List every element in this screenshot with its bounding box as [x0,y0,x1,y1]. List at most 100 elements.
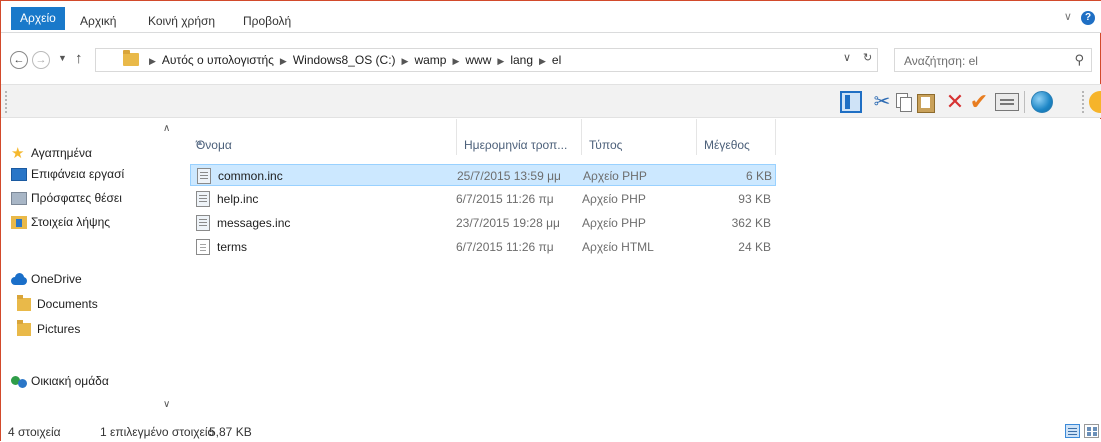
desktop-icon [11,168,27,181]
folder-icon [17,320,31,336]
homegroup-icon [11,375,27,388]
back-button[interactable]: ← [10,51,28,69]
nav-item-pictures[interactable]: Pictures [11,319,166,339]
file-row[interactable]: terms 6/7/2015 11:26 πμ Αρχείο HTML 24 K… [190,236,776,258]
large-icons-view-icon[interactable] [1084,424,1099,438]
column-header-type[interactable]: Τύπος [581,119,696,155]
file-row[interactable]: common.inc 25/7/2015 13:59 μμ Αρχείο PHP… [190,164,776,186]
file-type: Αρχείο PHP [582,192,646,206]
expand-ribbon-icon[interactable]: ∨ [1064,11,1072,23]
selected-size: 5,87 KB [209,425,252,439]
item-count: 4 στοιχεία [8,425,61,439]
up-button[interactable]: ↑ [75,50,83,67]
delete-icon[interactable]: ✕ [944,91,966,113]
column-header-size[interactable]: Μέγεθος [696,119,776,155]
navigation-pane: ∧ ★ Αγαπημένα Επιφάνεια εργασί Πρόσφατες… [1,119,181,421]
file-size: 362 KB [731,216,771,230]
file-name: help.inc [217,192,259,206]
breadcrumb-separator-icon[interactable]: ▶ [149,56,156,66]
nav-item-homegroup[interactable]: Οικιακή ομάδα [11,371,166,391]
breadcrumb-this-pc[interactable]: Αυτός ο υπολογιστής [162,53,274,67]
column-header-date[interactable]: Ημερομηνία τροπ... [456,119,581,155]
address-row: ← → ▼ ↑ ▶ Αυτός ο υπολογιστής ▶ Windows8_OS… [1,46,1101,76]
globe-icon[interactable] [1031,91,1053,113]
php-file-icon [197,168,211,184]
nav-item-label: Οικιακή ομάδα [31,374,109,388]
file-date: 6/7/2015 11:26 πμ [456,192,554,206]
breadcrumb-drive-c[interactable]: Windows8_OS (C:) [293,53,396,67]
nav-item-label: Επιφάνεια εργασί [31,167,125,181]
folder-icon [123,50,139,66]
command-toolbar: ✂ ✕ ✔ [1,84,1101,118]
breadcrumb-wamp[interactable]: wamp [414,53,446,67]
search-icon[interactable]: ⚲ [1074,52,1084,68]
forward-button[interactable]: → [32,51,50,69]
recent-locations-dropdown[interactable]: ▼ [58,53,67,63]
breadcrumb-separator-icon[interactable]: ▶ [452,56,459,66]
file-list: Όνομα ▲ Ημερομηνία τροπ... Τύπος Μέγεθος… [181,119,1101,421]
file-date: 6/7/2015 11:26 πμ [456,240,554,254]
column-header-label: Τύπος [589,138,623,152]
toolbar-grip[interactable] [1082,91,1086,113]
file-row[interactable]: help.inc 6/7/2015 11:26 πμ Αρχείο PHP 93… [190,188,776,210]
breadcrumb-el[interactable]: el [552,53,561,67]
breadcrumb-separator-icon[interactable]: ▶ [280,56,287,66]
file-type: Αρχείο PHP [582,216,646,230]
downloads-icon [11,216,27,229]
checkmark-icon[interactable]: ✔ [968,91,990,113]
breadcrumb-lang[interactable]: lang [510,53,533,67]
breadcrumb-separator-icon[interactable]: ▶ [497,56,504,66]
ribbon-tab-bar: Αρχείο Αρχική Κοινή χρήση Προβολή ∨ ? [1,1,1101,33]
breadcrumb: ▶ Αυτός ο υπολογιστής ▶ Windows8_OS (C:) ▶ wa… [143,53,561,67]
tab-share[interactable]: Κοινή χρήση [148,10,215,32]
nav-item-documents[interactable]: Documents [11,294,166,314]
toolbar-divider [1024,91,1025,113]
cut-icon[interactable]: ✂ [871,91,893,113]
breadcrumb-separator-icon[interactable]: ▶ [539,56,546,66]
nav-item-onedrive[interactable]: OneDrive [11,269,166,289]
nav-item-desktop[interactable]: Επιφάνεια εργασί [11,164,166,184]
address-history-dropdown-icon[interactable]: ∨ [843,51,851,64]
ribbon-controls: ∨ ? [1064,10,1095,25]
nav-scroll-down-icon[interactable]: ∨ [163,399,170,410]
file-row[interactable]: messages.inc 23/7/2015 19:28 μμ Αρχείο P… [190,212,776,234]
php-file-icon [196,215,210,231]
address-bar[interactable]: ▶ Αυτός ο υπολογιστής ▶ Windows8_OS (C:) ▶ wa… [95,48,878,72]
search-input[interactable]: Αναζήτηση: el ⚲ [894,48,1092,72]
nav-item-label: Documents [37,297,98,311]
nav-item-downloads[interactable]: Στοιχεία λήψης [11,212,166,232]
copy-icon[interactable] [894,91,912,113]
paste-icon[interactable] [916,91,936,113]
tab-view[interactable]: Προβολή [243,10,291,32]
recent-places-icon [11,192,27,205]
explorer-window: Αρχείο Αρχική Κοινή χρήση Προβολή ∨ ? ← … [0,0,1101,442]
nav-item-label: OneDrive [31,272,82,286]
file-date: 23/7/2015 19:28 μμ [456,216,560,230]
nav-item-label: Πρόσφατες θέσει [31,191,122,205]
nav-item-label: Στοιχεία λήψης [31,215,111,229]
column-header-label: Ημερομηνία τροπ... [464,138,568,152]
refresh-icon[interactable]: ↻ [863,51,872,64]
tab-file[interactable]: Αρχείο [11,7,65,30]
file-name: common.inc [218,169,283,183]
nav-item-recent-places[interactable]: Πρόσφατες θέσει [11,188,166,208]
toolbar-grip[interactable] [5,91,9,113]
breadcrumb-separator-icon[interactable]: ▶ [402,56,409,66]
file-name: terms [217,240,247,254]
file-size: 93 KB [738,192,771,206]
help-icon[interactable]: ? [1081,11,1095,25]
preview-pane-icon[interactable] [840,91,862,113]
properties-icon[interactable] [995,93,1019,111]
toolbar-overflow-icon[interactable] [1089,91,1101,113]
selected-count: 1 επιλεγμένο στοιχείο [100,425,215,439]
nav-item-label: Αγαπημένα [31,146,92,160]
tab-home[interactable]: Αρχική [80,10,116,32]
php-file-icon [196,191,210,207]
details-view-icon[interactable] [1065,424,1080,438]
breadcrumb-www[interactable]: www [465,53,491,67]
status-bar: 4 στοιχεία 1 επιλεγμένο στοιχείο 5,87 KB [1,421,1101,442]
file-type: Αρχείο HTML [582,240,654,254]
column-header-name[interactable]: Όνομα ▲ [190,119,456,155]
nav-item-favorites[interactable]: ★ Αγαπημένα [11,143,166,163]
nav-scroll-up-icon[interactable]: ∧ [163,123,170,134]
